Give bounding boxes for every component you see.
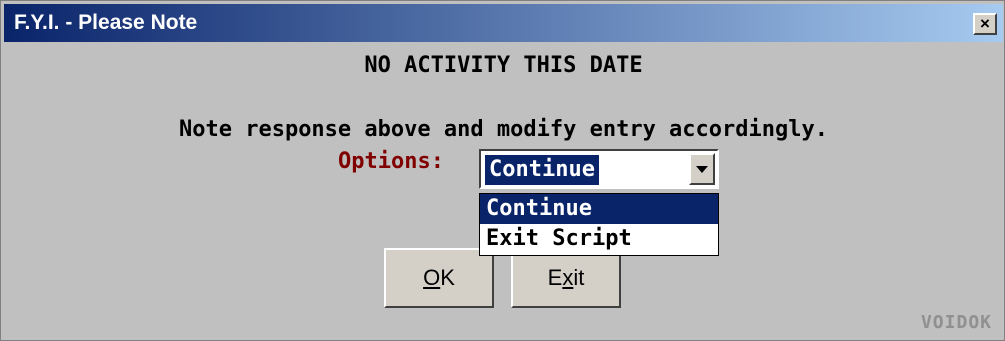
ok-button-label: OK [423, 265, 455, 291]
options-dropdown-list: Continue Exit Script [479, 193, 719, 256]
ok-button[interactable]: OK [384, 248, 494, 308]
ok-label-rest: K [440, 265, 455, 290]
exit-mnemonic: x [562, 265, 574, 290]
options-select[interactable]: Continue [479, 149, 719, 189]
options-select-value: Continue [485, 155, 599, 185]
dialog-window: F.Y.I. - Please Note × NO ACTIVITY THIS … [0, 0, 1005, 341]
close-icon: × [980, 14, 990, 33]
title-bar[interactable]: F.Y.I. - Please Note × [4, 4, 1003, 42]
dropdown-toggle-button[interactable] [689, 153, 715, 185]
ok-mnemonic: O [423, 265, 441, 290]
options-label: Options: [338, 149, 444, 174]
exit-button[interactable]: Exit [511, 248, 621, 308]
chevron-down-icon [696, 165, 708, 173]
exit-label-rest: it [573, 265, 585, 290]
watermark-label: VOIDOK [920, 312, 992, 333]
instruction-text: Note response above and modify entry acc… [178, 117, 828, 142]
option-exit-script[interactable]: Exit Script [480, 224, 718, 254]
window-title: F.Y.I. - Please Note [14, 11, 198, 34]
message-heading: NO ACTIVITY THIS DATE [364, 53, 643, 78]
exit-label-start: E [547, 265, 563, 290]
exit-button-label: Exit [548, 265, 585, 291]
close-button[interactable]: × [973, 13, 997, 35]
option-continue[interactable]: Continue [480, 194, 718, 224]
